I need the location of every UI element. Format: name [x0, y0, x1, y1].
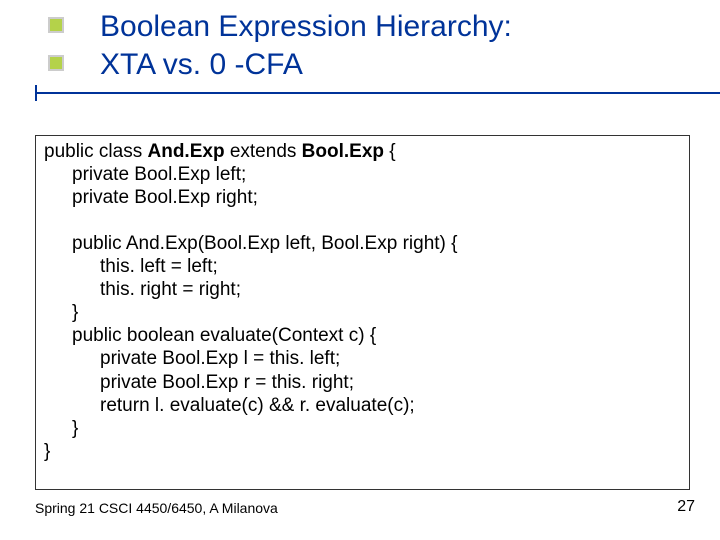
code-line-13: } — [44, 417, 681, 440]
slide-title: Boolean Expression Hierarchy: XTA vs. 0 … — [100, 8, 690, 83]
footer-course-info: Spring 21 CSCI 4450/6450, A Milanova — [35, 500, 278, 516]
title-underline — [35, 92, 720, 94]
code-line-7: this. right = right; — [44, 278, 681, 301]
code-line-11: private Bool.Exp r = this. right; — [44, 371, 681, 394]
code-text: { — [384, 141, 396, 162]
code-line-3: private Bool.Exp right; — [44, 186, 681, 209]
code-line-14: } — [44, 440, 681, 463]
code-line-6: this. left = left; — [44, 255, 681, 278]
code-text: public class — [44, 141, 148, 162]
code-line-12: return l. evaluate(c) && r. evaluate(c); — [44, 394, 681, 417]
code-super-name: Bool.Exp — [302, 141, 384, 162]
code-line-8: } — [44, 301, 681, 324]
code-blank-line — [44, 210, 681, 232]
slide-number: 27 — [677, 498, 695, 516]
code-line-2: private Bool.Exp left; — [44, 163, 681, 186]
code-text: extends — [225, 141, 302, 162]
code-box: public class And.Exp extends Bool.Exp { … — [35, 135, 690, 490]
title-bullet-2 — [48, 55, 64, 71]
code-line-1: public class And.Exp extends Bool.Exp { — [44, 140, 681, 163]
code-line-5: public And.Exp(Bool.Exp left, Bool.Exp r… — [44, 232, 681, 255]
title-line-1: Boolean Expression Hierarchy: — [100, 8, 690, 46]
title-bullet-1 — [48, 17, 64, 33]
code-class-name: And.Exp — [148, 141, 225, 162]
title-line-2: XTA vs. 0 -CFA — [100, 46, 690, 84]
code-line-9: public boolean evaluate(Context c) { — [44, 324, 681, 347]
code-line-10: private Bool.Exp l = this. left; — [44, 347, 681, 370]
